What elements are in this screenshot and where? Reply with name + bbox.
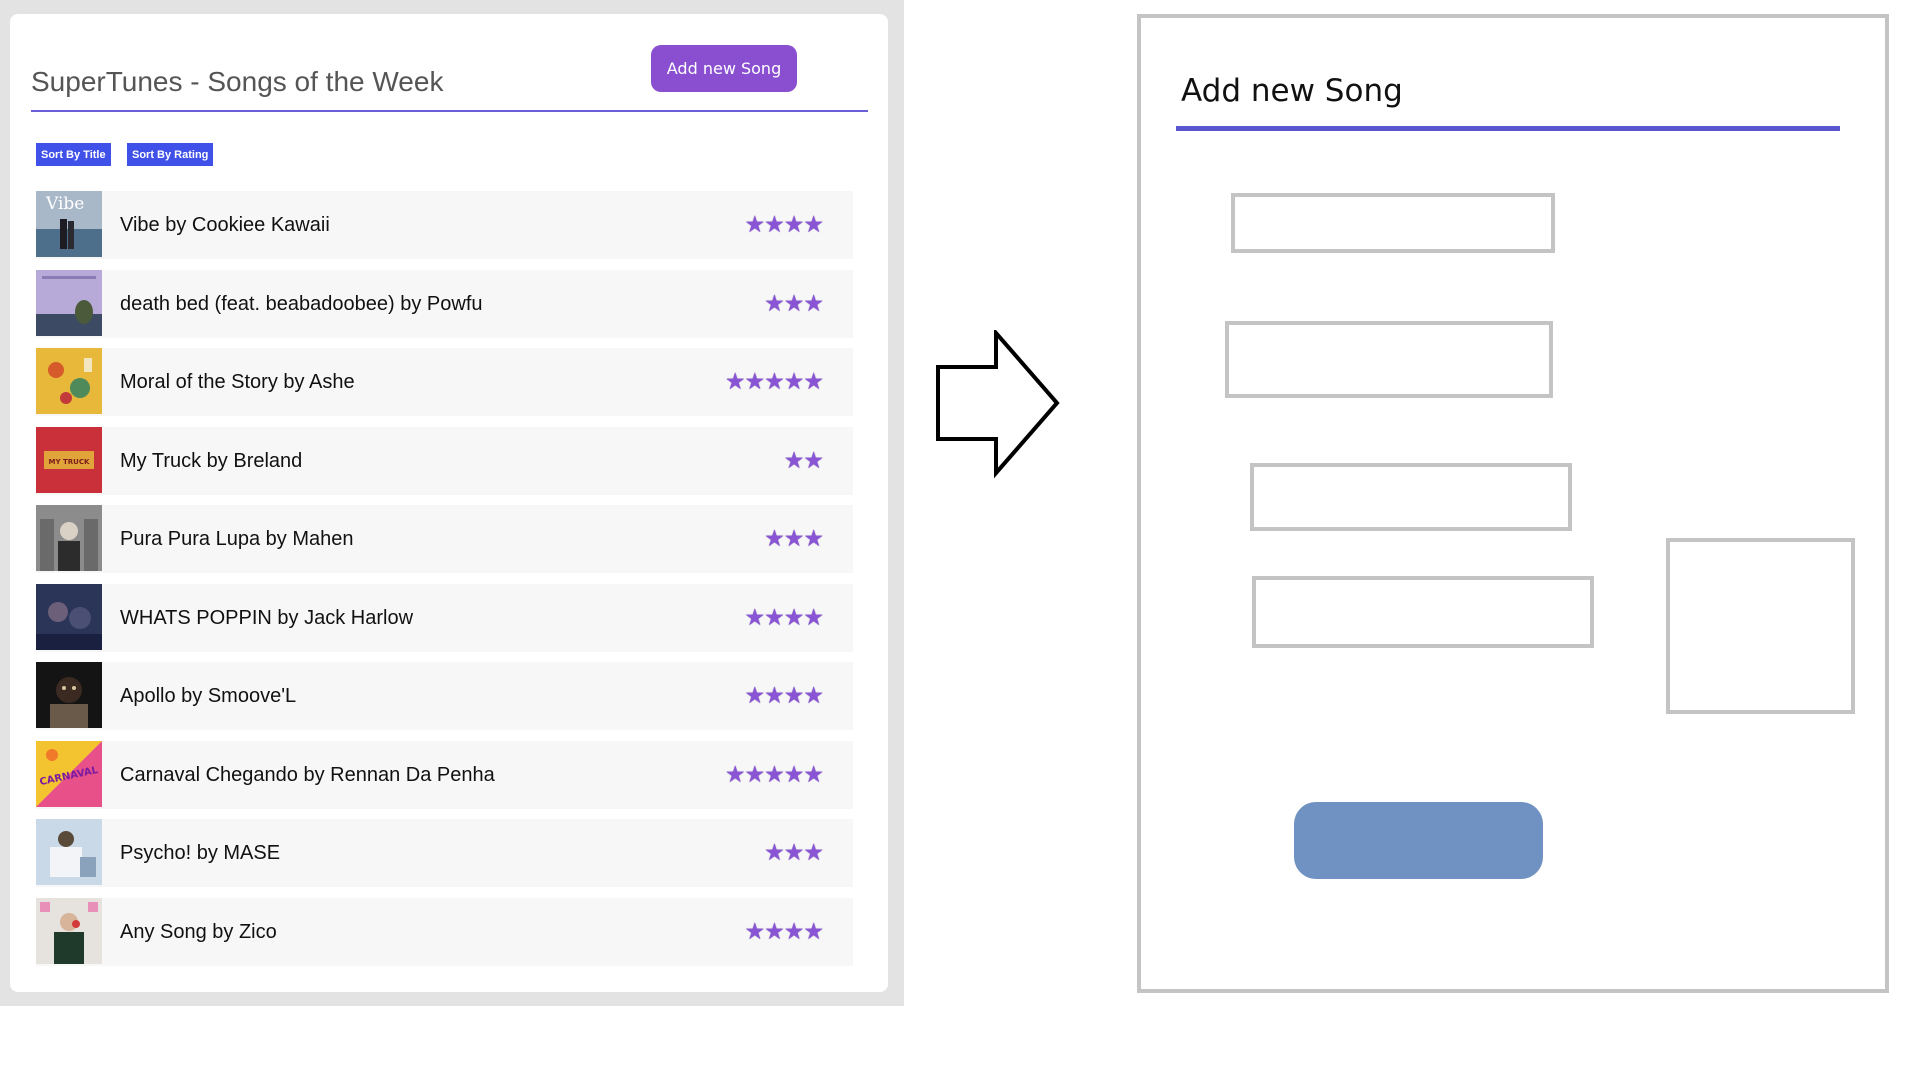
star-rating: ★★★★ xyxy=(744,604,824,631)
submit-button[interactable] xyxy=(1294,802,1543,879)
song-title: Vibe by Cookiee Kawaii xyxy=(120,214,330,236)
song-title: Carnaval Chegando by Rennan Da Penha xyxy=(120,763,495,786)
rating-input[interactable] xyxy=(1250,463,1572,531)
album-cover xyxy=(36,505,102,571)
album-cover: Vibe xyxy=(36,191,102,257)
song-title: Psycho! by MASE xyxy=(120,842,281,864)
album-cover: CARNAVAL xyxy=(36,740,102,807)
mockup-title: Add new Song xyxy=(1181,73,1403,109)
album-cover xyxy=(36,662,102,728)
right-arrow-icon xyxy=(936,330,1060,479)
song-row[interactable]: WHATS POPPIN by Jack Harlow ★★★★ xyxy=(36,583,853,652)
cover-image-preview xyxy=(1666,538,1855,714)
song-title: death bed (feat. beabadoobee) by Powfu xyxy=(120,292,483,315)
svg-text:Vibe: Vibe xyxy=(45,194,84,214)
title-divider xyxy=(31,110,868,112)
song-title-input[interactable] xyxy=(1231,193,1555,253)
song-title: My Truck by Breland xyxy=(120,449,303,472)
song-row[interactable]: death bed (feat. beabadoobee) by Powfu ★… xyxy=(36,269,853,338)
album-cover: MY TRUCK xyxy=(36,426,102,493)
star-rating: ★★★★ xyxy=(744,683,824,709)
star-rating: ★★★★ xyxy=(744,212,824,238)
song-row[interactable]: Any Song by Zico ★★★★ xyxy=(36,897,853,966)
star-rating: ★★★ xyxy=(764,840,824,866)
page-title: SuperTunes - Songs of the Week xyxy=(31,66,444,97)
star-rating: ★★★★ xyxy=(744,918,824,945)
song-title: Apollo by Smoove'L xyxy=(120,685,297,707)
star-rating: ★★★ xyxy=(764,526,824,552)
song-title: Moral of the Story by Ashe xyxy=(120,371,355,393)
song-list: Vibe Vibe by Cookiee Kawaii ★★★★ death b… xyxy=(36,191,853,976)
song-row[interactable]: MY TRUCK My Truck by Breland ★★ xyxy=(36,426,853,495)
song-row[interactable]: Pura Pura Lupa by Mahen ★★★ xyxy=(36,505,853,573)
star-rating: ★★★★★ xyxy=(724,761,824,788)
star-rating: ★★★★★ xyxy=(724,369,824,395)
star-rating: ★★ xyxy=(783,447,824,474)
sort-by-title-button[interactable]: Sort By Title xyxy=(36,143,111,166)
song-row[interactable]: CARNAVAL Carnaval Chegando by Rennan Da … xyxy=(36,740,853,809)
album-cover xyxy=(36,269,102,336)
svg-text:MY TRUCK: MY TRUCK xyxy=(49,458,90,466)
album-cover xyxy=(36,819,102,885)
add-new-song-button[interactable]: Add new Song xyxy=(651,45,797,92)
album-cover xyxy=(36,348,102,414)
song-row[interactable]: Apollo by Smoove'L ★★★★ xyxy=(36,662,853,730)
album-cover xyxy=(36,897,102,964)
song-row[interactable]: Psycho! by MASE ★★★ xyxy=(36,819,853,887)
artist-input[interactable] xyxy=(1225,321,1553,398)
song-row[interactable]: Vibe Vibe by Cookiee Kawaii ★★★★ xyxy=(36,191,853,259)
sort-by-rating-button[interactable]: Sort By Rating xyxy=(127,143,214,166)
song-row[interactable]: Moral of the Story by Ashe ★★★★★ xyxy=(36,348,853,416)
song-title: Pura Pura Lupa by Mahen xyxy=(120,528,354,550)
mockup-title-divider xyxy=(1176,126,1840,131)
song-title: Any Song by Zico xyxy=(120,920,277,943)
cover-url-input[interactable] xyxy=(1252,576,1594,648)
album-cover xyxy=(36,583,102,650)
star-rating: ★★★ xyxy=(764,290,824,317)
song-title: WHATS POPPIN by Jack Harlow xyxy=(120,606,414,629)
